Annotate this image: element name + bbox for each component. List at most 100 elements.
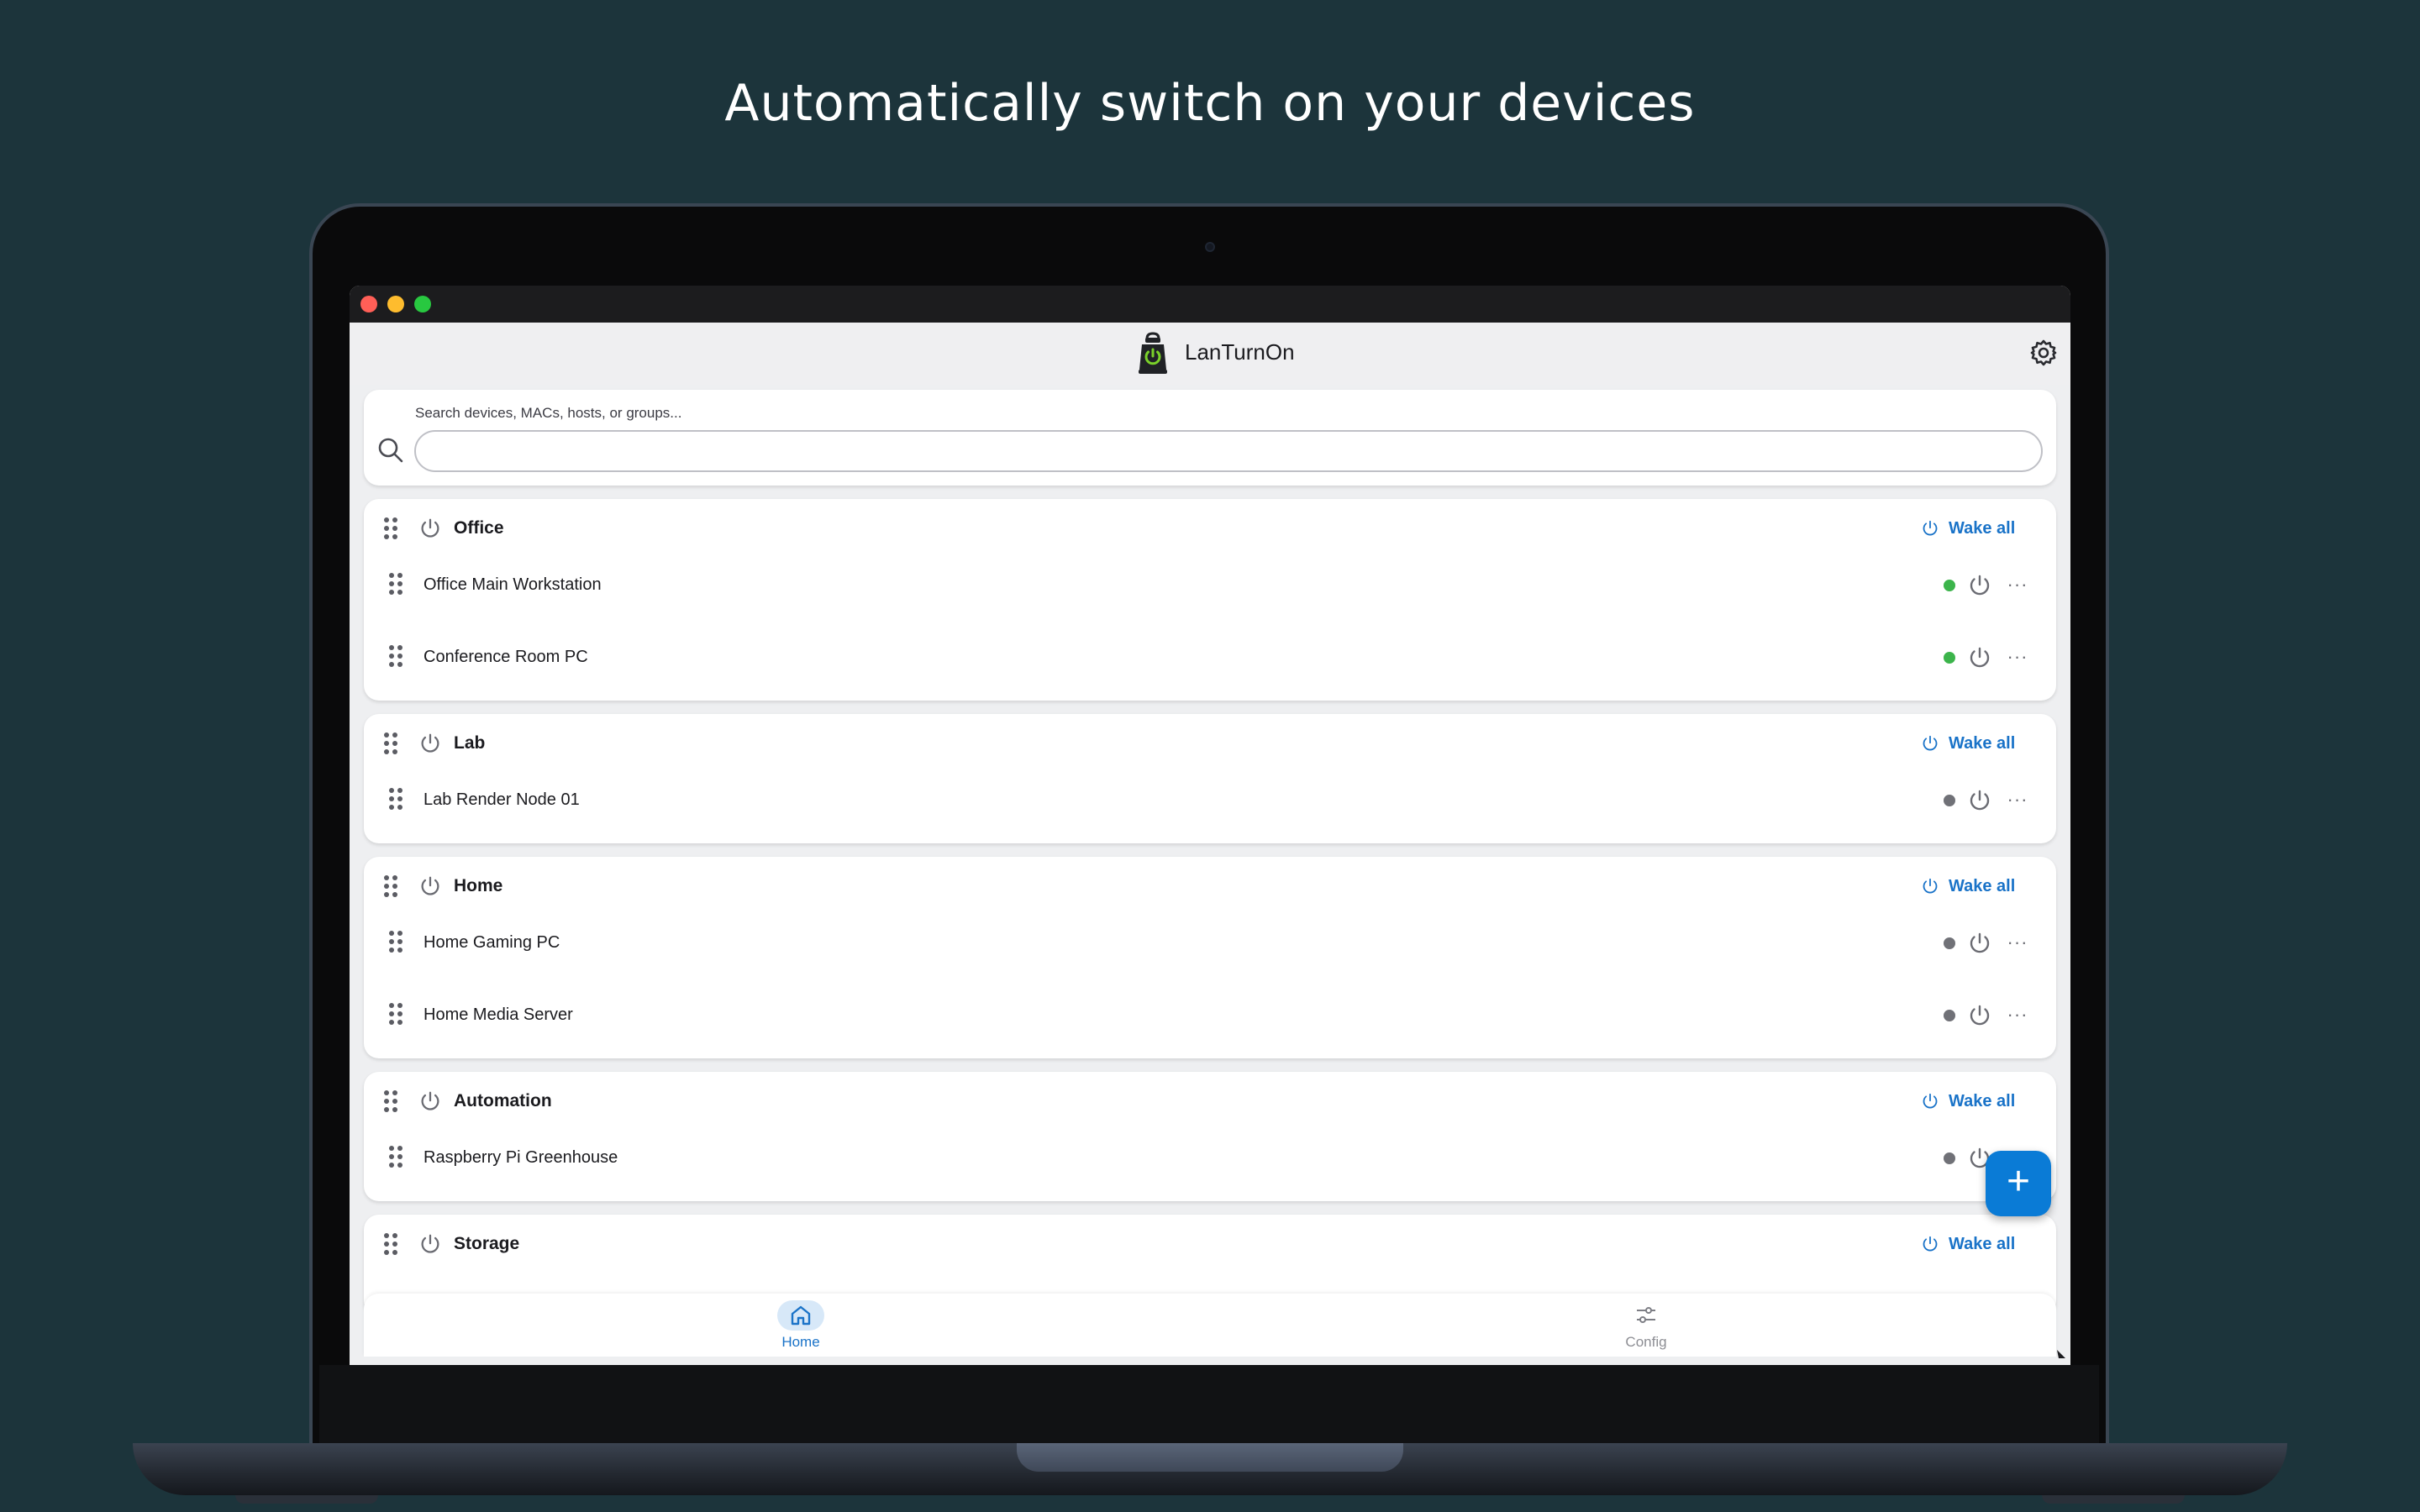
laptop-base-notch: [1017, 1443, 1403, 1472]
wake-all-label: Wake all: [1949, 1091, 2016, 1110]
drag-handle-icon[interactable]: [384, 517, 401, 541]
drag-handle-icon[interactable]: [389, 645, 406, 669]
group-power-icon[interactable]: [418, 731, 443, 756]
wake-all-power-icon: [1923, 1236, 1938, 1252]
more-options-icon[interactable]: ···: [2004, 644, 2031, 671]
wake-device-power-icon[interactable]: [1966, 644, 1993, 671]
group-header: Storage Wake all: [364, 1215, 2056, 1273]
device-row[interactable]: Home Media Server ···: [364, 985, 2056, 1044]
laptop-bezel-bottom: [319, 1365, 2099, 1443]
app-bar: LanTurnOn: [350, 323, 2070, 385]
drag-handle-icon[interactable]: [384, 732, 401, 756]
device-row[interactable]: Conference Room PC ···: [364, 627, 2056, 686]
group-card: Home Wake all Home Gaming PC ··· Home Media …: [364, 857, 2056, 1058]
device-row[interactable]: Lab Render Node 01 ···: [364, 770, 2056, 829]
wake-device-power-icon[interactable]: [1966, 1002, 1993, 1029]
camera: [1205, 242, 1215, 252]
drag-handle-icon[interactable]: [389, 1146, 406, 1169]
wake-all-power-icon: [1923, 520, 1938, 536]
bottom-navigation: Home Config: [364, 1294, 2056, 1357]
app-window: LanTurnOn Search devices, MACs, hosts, o…: [350, 286, 2070, 1365]
group-header: Home Wake all: [364, 857, 2056, 916]
search-label: Search devices, MACs, hosts, or groups..…: [415, 405, 682, 421]
group-power-icon[interactable]: [418, 874, 443, 899]
drag-handle-icon[interactable]: [384, 1233, 401, 1257]
status-dot: [1944, 1010, 1955, 1021]
group-card: Automation Wake all Raspberry Pi Greenhous…: [364, 1072, 2056, 1201]
config-icon-wrap: [1623, 1300, 1670, 1331]
device-name: Home Gaming PC: [424, 933, 560, 952]
group-power-icon[interactable]: [418, 1089, 443, 1114]
device-row[interactable]: Home Gaming PC ···: [364, 913, 2056, 972]
wake-all-power-icon: [1923, 1093, 1938, 1109]
add-device-button[interactable]: +: [1986, 1151, 2051, 1216]
page-headline: Automatically switch on your devices: [724, 74, 1696, 133]
wake-all-label: Wake all: [1949, 518, 2016, 538]
group-name: Automation: [454, 1091, 552, 1110]
window-titlebar: [350, 286, 2070, 323]
laptop-foot-left: [235, 1495, 378, 1504]
group-power-icon[interactable]: [418, 516, 443, 541]
nav-config-label: Config: [1625, 1334, 1667, 1350]
device-name: Conference Room PC: [424, 648, 588, 666]
wake-device-power-icon[interactable]: [1966, 572, 1993, 599]
status-dot: [1944, 1152, 1955, 1164]
group-header: Automation Wake all: [364, 1072, 2056, 1131]
device-name: Lab Render Node 01: [424, 790, 580, 809]
group-name: Home: [454, 876, 503, 895]
group-power-icon[interactable]: [418, 1231, 443, 1257]
drag-handle-icon[interactable]: [389, 931, 406, 954]
wake-all-power-icon: [1923, 878, 1938, 894]
group-card: Lab Wake all Lab Render Node 01 ···: [364, 714, 2056, 843]
device-row[interactable]: Raspberry Pi Greenhouse···: [364, 1128, 2056, 1187]
wake-all-power-icon: [1923, 735, 1938, 751]
drag-handle-icon[interactable]: [389, 788, 406, 811]
gear-icon[interactable]: [2028, 338, 2059, 368]
group-header: Office Wake all: [364, 499, 2056, 558]
group-name: Lab: [454, 733, 486, 753]
more-options-icon[interactable]: ···: [2004, 572, 2031, 599]
nav-home-label: Home: [781, 1334, 820, 1350]
nav-tab-home[interactable]: Home: [734, 1300, 868, 1352]
device-name: Office Main Workstation: [424, 575, 602, 594]
group-card: Office Wake all Office Main Workstation ···…: [364, 499, 2056, 701]
wake-device-power-icon[interactable]: [1966, 930, 1993, 957]
close-window-button[interactable]: [360, 296, 377, 312]
search-input[interactable]: [414, 430, 2043, 472]
group-name: Storage: [454, 1234, 520, 1253]
wake-all-button[interactable]: Wake all: [1920, 1229, 2029, 1259]
more-options-icon[interactable]: ···: [2004, 1002, 2031, 1029]
home-icon: [791, 1305, 811, 1326]
wake-all-button[interactable]: Wake all: [1920, 1086, 2029, 1116]
lantern-power-icon: [1139, 332, 1167, 374]
search-icon: [378, 438, 403, 463]
drag-handle-icon[interactable]: [389, 573, 406, 596]
drag-handle-icon[interactable]: [384, 1090, 401, 1114]
wake-all-label: Wake all: [1949, 1234, 2016, 1253]
wake-all-label: Wake all: [1949, 876, 2016, 895]
more-options-icon[interactable]: ···: [2004, 930, 2031, 957]
resize-handle-icon[interactable]: [2055, 1348, 2067, 1360]
more-options-icon[interactable]: ···: [2004, 787, 2031, 814]
search-card: Search devices, MACs, hosts, or groups..…: [364, 390, 2056, 486]
wake-all-button[interactable]: Wake all: [1920, 513, 2029, 543]
wake-all-label: Wake all: [1949, 733, 2016, 753]
status-dot: [1944, 795, 1955, 806]
device-name: Raspberry Pi Greenhouse: [424, 1148, 618, 1167]
sliders-icon: [1637, 1307, 1655, 1323]
drag-handle-icon[interactable]: [389, 1003, 406, 1026]
app-title: LanTurnOn: [1185, 339, 1295, 365]
home-icon-pill: [777, 1300, 824, 1331]
wake-all-button[interactable]: Wake all: [1920, 871, 2029, 901]
status-dot: [1944, 652, 1955, 664]
minimize-window-button[interactable]: [387, 296, 404, 312]
group-header: Lab Wake all: [364, 714, 2056, 773]
device-row[interactable]: Office Main Workstation ···: [364, 555, 2056, 614]
laptop-foot-right: [2042, 1495, 2185, 1504]
wake-device-power-icon[interactable]: [1966, 787, 1993, 814]
nav-tab-config[interactable]: Config: [1579, 1300, 1713, 1352]
drag-handle-icon[interactable]: [384, 875, 401, 899]
maximize-window-button[interactable]: [414, 296, 431, 312]
wake-all-button[interactable]: Wake all: [1920, 728, 2029, 759]
status-dot: [1944, 937, 1955, 949]
